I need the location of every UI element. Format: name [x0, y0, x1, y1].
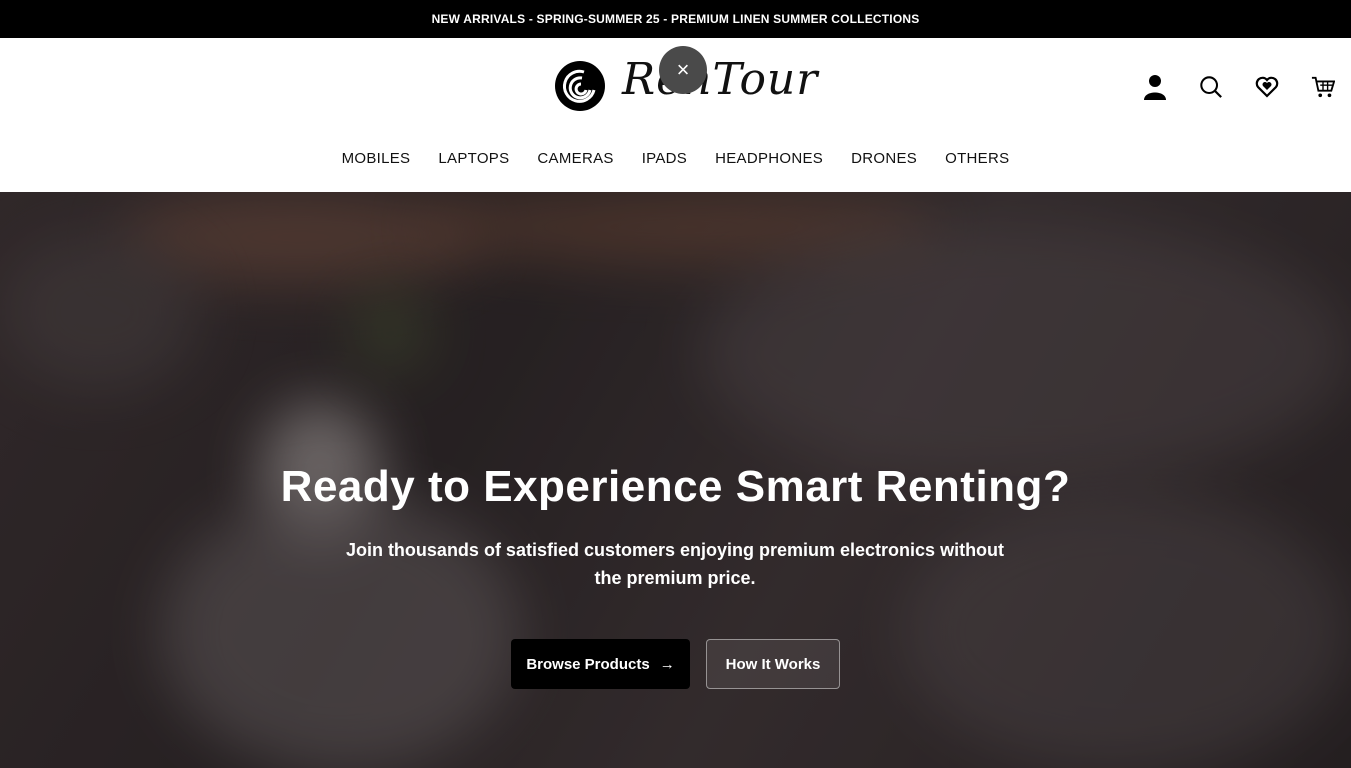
logo-wordmark: RenTour	[622, 54, 819, 105]
cart-icon[interactable]	[1311, 73, 1335, 101]
announcement-bar: NEW ARRIVALS - SPRING-SUMMER 25 - PREMIU…	[0, 0, 1351, 38]
hero-subtitle: Join thousands of satisfied customers en…	[345, 540, 1005, 588]
header-icons	[1143, 72, 1335, 102]
nav-item-laptops[interactable]: LAPTOPS	[438, 150, 509, 167]
nav-item-drones[interactable]: DRONES	[851, 150, 917, 167]
site-header: RenTour × MOBILES LAPTOPS CAMERAS IPADS …	[0, 38, 1351, 192]
nav-item-ipads[interactable]: IPADS	[642, 150, 687, 167]
user-icon[interactable]	[1143, 73, 1167, 101]
announcement-text: NEW ARRIVALS - SPRING-SUMMER 25 - PREMIU…	[431, 12, 920, 26]
nav-item-headphones[interactable]: HEADPHONES	[715, 150, 823, 167]
arrow-right-icon: →	[659, 655, 675, 673]
browse-products-button[interactable]: Browse Products →	[511, 639, 690, 689]
search-icon[interactable]	[1199, 73, 1223, 101]
main-nav: MOBILES LAPTOPS CAMERAS IPADS HEADPHONES…	[0, 150, 1351, 167]
hero-title: Ready to Experience Smart Renting?	[280, 462, 1071, 511]
how-it-works-button[interactable]: How It Works	[706, 639, 840, 689]
logo-mark-icon	[555, 61, 605, 111]
wishlist-icon[interactable]	[1255, 73, 1279, 101]
hero-section: Ready to Experience Smart Renting? Join …	[0, 192, 1351, 768]
nav-item-mobiles[interactable]: MOBILES	[342, 150, 411, 167]
how-it-works-label: How It Works	[725, 655, 821, 673]
nav-item-cameras[interactable]: CAMERAS	[537, 150, 613, 167]
close-icon: ×	[676, 57, 690, 82]
nav-item-others[interactable]: OTHERS	[945, 150, 1009, 167]
browse-products-label: Browse Products	[526, 655, 650, 673]
close-button[interactable]: ×	[659, 46, 707, 94]
